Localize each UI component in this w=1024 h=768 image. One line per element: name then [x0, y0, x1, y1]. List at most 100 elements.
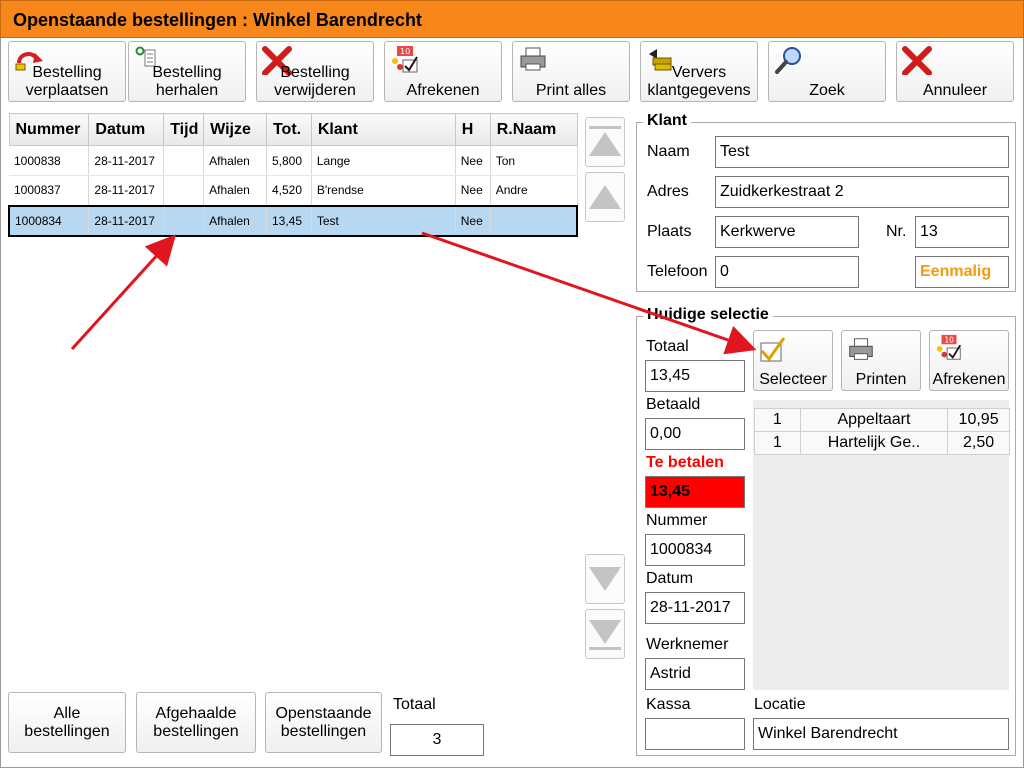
search-label: Zoek — [809, 82, 845, 99]
cell-tot: 5,800 — [266, 145, 312, 176]
naam-label: Naam — [647, 143, 690, 160]
cell-wijze: Afhalen — [203, 145, 267, 176]
move-order-label: Bestelling verplaatsen — [25, 64, 109, 99]
col-tot[interactable]: Tot. — [265, 113, 312, 146]
repeat-order-button[interactable]: Bestelling herhalen — [128, 41, 246, 102]
betaald-field[interactable]: 0,00 — [645, 418, 745, 450]
open-orders-button[interactable]: Openstaande bestellingen — [265, 692, 382, 753]
printer-icon — [849, 338, 873, 360]
cell-wijze: Afhalen — [203, 204, 267, 237]
cancel-button[interactable]: Annuleer — [896, 41, 1014, 102]
cell-datum: 28-11-2017 — [88, 145, 165, 176]
plaats-field[interactable]: Kerkwerve — [715, 216, 859, 248]
cell-h: Nee — [455, 204, 491, 237]
col-h[interactable]: H — [454, 113, 491, 146]
cell-h: Nee — [455, 145, 491, 176]
orders-table: Nummer Datum Tijd Wijze Tot. Klant H R.N… — [8, 113, 578, 237]
svg-text:10: 10 — [400, 47, 410, 56]
nr-field[interactable]: 13 — [915, 216, 1009, 248]
kassa-field[interactable] — [645, 718, 745, 750]
table-row-selected[interactable]: 1000834 28-11-2017 Afhalen 13,45 Test Ne… — [8, 204, 578, 237]
kassa-label: Kassa — [646, 696, 691, 713]
print-all-button[interactable]: Print alles — [512, 41, 630, 102]
eenmalig-badge[interactable]: Eenmalig — [915, 256, 1009, 288]
select-button[interactable]: Selecteer — [753, 330, 833, 391]
checkout-icon: 10 — [936, 334, 962, 360]
table-row[interactable]: 1000838 28-11-2017 Afhalen 5,800 Lange N… — [9, 145, 578, 176]
klant-legend: Klant — [643, 112, 691, 130]
selectie-legend: Huidige selectie — [643, 306, 773, 324]
col-datum[interactable]: Datum — [88, 113, 165, 146]
item-qty: 1 — [754, 408, 801, 432]
bottom-totaal-field: 3 — [390, 724, 484, 756]
adres-label: Adres — [647, 183, 689, 200]
arrow-down-icon — [589, 567, 621, 591]
refresh-customer-label: Ververs klantgegevens — [647, 64, 751, 99]
print-button[interactable]: Printen — [841, 330, 921, 391]
delete-order-button[interactable]: Bestelling verwijderen — [256, 41, 374, 102]
cell-tijd — [163, 175, 205, 206]
cell-nummer: 1000838 — [9, 145, 90, 176]
all-orders-button[interactable]: Alle bestellingen — [8, 692, 126, 753]
betaald-label: Betaald — [646, 396, 701, 413]
orders-header-row: Nummer Datum Tijd Wijze Tot. Klant H R.N… — [8, 113, 578, 146]
svg-text:10: 10 — [944, 335, 954, 344]
checkout-selection-label: Afrekenen — [932, 371, 1006, 388]
cancel-label: Annuleer — [922, 82, 988, 99]
col-rnaam[interactable]: R.Naam — [489, 113, 578, 146]
cell-rnaam: Andre — [490, 175, 578, 206]
col-tijd[interactable]: Tijd — [163, 113, 205, 146]
collected-orders-button[interactable]: Afgehaalde bestellingen — [136, 692, 256, 753]
totaal-field[interactable]: 13,45 — [645, 360, 745, 392]
totaal-label: Totaal — [646, 338, 689, 355]
adres-field[interactable]: Zuidkerkestraat 2 — [715, 176, 1009, 208]
telefoon-label: Telefoon — [647, 263, 708, 280]
col-nummer[interactable]: Nummer — [8, 113, 90, 146]
checkmark-icon — [760, 337, 786, 362]
cell-wijze: Afhalen — [203, 175, 267, 206]
arrow-bottom-icon — [589, 620, 621, 650]
cell-nummer: 1000837 — [9, 175, 90, 206]
checkout-selection-button[interactable]: 10 Afrekenen — [929, 330, 1009, 391]
select-label: Selecteer — [759, 371, 827, 388]
printer-icon — [520, 47, 546, 71]
delete-order-label: Bestelling verwijderen — [274, 64, 356, 99]
refresh-customer-button[interactable]: Ververs klantgegevens — [640, 41, 758, 102]
datum-label: Datum — [646, 570, 694, 587]
nummer-field[interactable]: 1000834 — [645, 534, 745, 566]
search-icon — [775, 47, 801, 74]
telefoon-field[interactable]: 0 — [715, 256, 859, 288]
werknemer-label: Werknemer — [646, 636, 729, 653]
datum-field[interactable]: 28-11-2017 — [645, 592, 745, 624]
cell-rnaam — [490, 204, 578, 237]
locatie-label: Locatie — [754, 696, 806, 713]
scroll-bottom-button[interactable] — [585, 609, 625, 659]
scroll-up-button[interactable] — [585, 172, 625, 222]
list-item[interactable]: 1 Hartelijk Ge.. 2,50 — [754, 431, 1010, 455]
list-item[interactable]: 1 Appeltaart 10,95 — [754, 408, 1010, 432]
cell-nummer: 1000834 — [8, 204, 90, 237]
item-qty: 1 — [754, 431, 801, 455]
col-klant[interactable]: Klant — [310, 113, 456, 146]
te-betalen-label: Te betalen — [646, 454, 724, 471]
cell-tot: 13,45 — [266, 204, 312, 237]
checkout-button[interactable]: 10 Afrekenen — [384, 41, 502, 102]
cell-rnaam: Ton — [490, 145, 578, 176]
bottom-totaal-label: Totaal — [393, 696, 436, 713]
checkout-icon: 10 — [392, 46, 418, 73]
col-wijze[interactable]: Wijze — [203, 113, 267, 146]
werknemer-field[interactable]: Astrid — [645, 658, 745, 690]
repeat-order-label: Bestelling herhalen — [152, 64, 222, 99]
scroll-top-button[interactable] — [585, 117, 625, 167]
cell-klant: B'rendse — [311, 175, 456, 206]
table-row[interactable]: 1000837 28-11-2017 Afhalen 4,520 B'rends… — [9, 175, 578, 206]
scroll-down-button[interactable] — [585, 554, 625, 604]
nummer-label: Nummer — [646, 512, 708, 529]
naam-field[interactable]: Test — [715, 136, 1009, 168]
move-order-button[interactable]: Bestelling verplaatsen — [8, 41, 126, 102]
cell-tijd — [163, 204, 205, 237]
search-button[interactable]: Zoek — [768, 41, 886, 102]
locatie-field[interactable]: Winkel Barendrecht — [753, 718, 1009, 750]
item-name: Hartelijk Ge.. — [799, 431, 949, 455]
item-price: 2,50 — [947, 431, 1010, 455]
